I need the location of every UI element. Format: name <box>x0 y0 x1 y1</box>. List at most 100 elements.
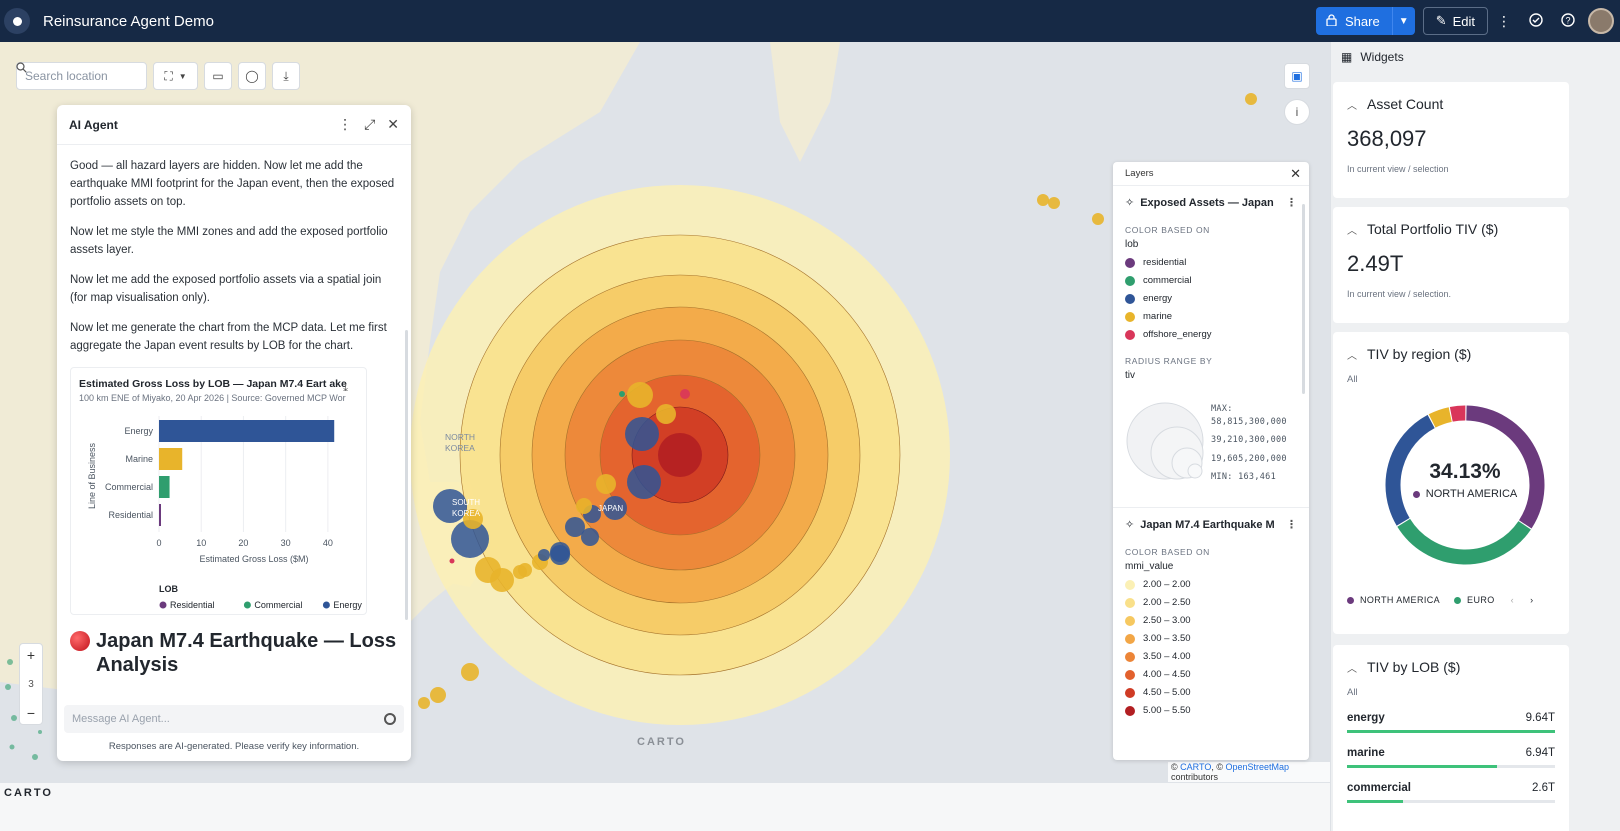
chevron-up-icon[interactable]: ︿ <box>1347 660 1357 675</box>
panel-icon: ▣ <box>1291 69 1303 83</box>
category-label: Energy <box>124 426 153 436</box>
legend-item: 5.00 – 5.50 <box>1125 705 1297 716</box>
app-logo-icon[interactable] <box>4 8 30 34</box>
more-vertical-icon[interactable]: ⋮ <box>1286 196 1297 209</box>
edit-button[interactable]: ✎ Edit <box>1422 7 1488 35</box>
asset-bubble <box>627 465 661 499</box>
search-icon <box>16 62 27 73</box>
comment-button[interactable]: ◯ <box>238 62 266 90</box>
layers-scrollbar[interactable] <box>1302 204 1305 394</box>
chevron-up-icon[interactable]: ︿ <box>1347 347 1357 362</box>
share-label: Share <box>1344 13 1380 29</box>
share-dropdown-chevron-icon[interactable]: ▼ <box>1393 16 1415 27</box>
check-circle-icon[interactable] <box>1520 12 1552 30</box>
loss-bar <box>159 476 170 498</box>
measure-button[interactable]: ▭ <box>204 62 232 90</box>
donut-segment[interactable] <box>1428 407 1452 428</box>
toggle-panel-button[interactable]: ▣ <box>1284 63 1310 89</box>
more-vertical-icon[interactable]: ⋮ <box>1286 518 1297 531</box>
donut-segment[interactable] <box>1397 518 1531 565</box>
layer-exposed-assets[interactable]: ✧ Exposed Assets — Japan ⋮ COLOR BASED O… <box>1113 186 1309 497</box>
radius-circles <box>1126 402 1204 480</box>
legend-swatch <box>243 601 251 609</box>
chevron-up-icon[interactable]: ︿ <box>1347 97 1357 112</box>
top-actions: Share ▼ ✎ Edit ⋮ ? <box>1315 0 1620 42</box>
donut-center-label: NORTH AMERICA <box>1347 488 1583 500</box>
agent-scrollbar[interactable] <box>405 330 408 620</box>
close-icon[interactable]: ✕ <box>387 116 399 133</box>
widget-title[interactable]: ︿ TIV by region ($) <box>1347 346 1555 362</box>
zoom-out-button[interactable]: − <box>27 705 35 721</box>
chevron-left-icon[interactable]: ‹ <box>1511 595 1514 605</box>
search-location-input[interactable]: Search location <box>16 62 147 90</box>
legend-item: 4.50 – 5.00 <box>1125 687 1297 698</box>
x-axis-label: Estimated Gross Loss ($M) <box>199 554 308 564</box>
close-icon[interactable]: ✕ <box>1290 166 1301 182</box>
agent-disclaimer: Responses are AI-generated. Please verif… <box>108 741 360 752</box>
ai-agent-header: AI Agent ⋮ ⤢ ✕ <box>57 105 411 145</box>
more-vertical-icon[interactable]: ⋮ <box>338 116 352 133</box>
download-button[interactable]: ⤓ <box>272 62 300 90</box>
chevron-right-icon[interactable]: › <box>1530 595 1533 605</box>
expand-icon[interactable]: ⤢ <box>364 116 375 133</box>
total-tiv-value: 2.49T <box>1347 251 1404 276</box>
carto-footer: CARTO <box>0 783 1330 831</box>
pencil-icon: ✎ <box>1435 13 1447 28</box>
region-donut[interactable]: 34.13% NORTH AMERICA <box>1347 385 1583 595</box>
widget-title[interactable]: ︿ Total Portfolio TIV ($) <box>1347 221 1555 237</box>
legend-label: Energy <box>333 600 362 610</box>
chevron-up-icon[interactable]: ︿ <box>1347 222 1357 237</box>
legend-radius-caption: RADIUS RANGE BY <box>1125 356 1213 366</box>
legend-radius-attr: tiv <box>1125 370 1135 381</box>
legend-swatch <box>322 601 330 609</box>
share-main-button[interactable]: Share <box>1316 7 1393 35</box>
asset-bubble <box>680 389 690 399</box>
loss-bar <box>159 420 335 442</box>
asset-bubble <box>449 558 455 564</box>
legend-label: 2.00 – 2.00 <box>1143 579 1191 590</box>
lob-bar <box>1347 765 1555 768</box>
legend-item: 3.50 – 4.00 <box>1125 651 1297 662</box>
zoom-level: 3 <box>28 678 34 690</box>
widget-title[interactable]: ︿ Asset Count <box>1347 96 1555 112</box>
tiv-lob-widget: ︿ TIV by LOB ($) All energy 9.64T marine 6.… <box>1333 645 1569 831</box>
asset-bubble <box>1037 194 1049 206</box>
osm-attribution-link[interactable]: OpenStreetMap <box>1225 762 1289 772</box>
legend-europe[interactable]: EURO <box>1467 595 1495 605</box>
layer-earthquake-name[interactable]: ✧ Japan M7.4 Earthquake MMI ⋮ <box>1125 518 1297 532</box>
asset-bubble <box>576 498 592 514</box>
info-button[interactable]: i <box>1284 99 1310 125</box>
search-placeholder: Search location <box>25 69 108 83</box>
layer-exposed-assets-name[interactable]: ✧ Exposed Assets — Japan ⋮ <box>1125 196 1297 210</box>
draw-tool-button[interactable]: ⛶ ▼ <box>153 62 198 90</box>
region-filter-label: All <box>1347 374 1358 385</box>
ai-agent-conversation[interactable]: Good — all hazard layers are hidden. Now… <box>57 145 411 700</box>
send-icon[interactable] <box>384 713 396 725</box>
lob-value: 2.6T <box>1531 782 1555 794</box>
asset-bubble <box>490 568 514 592</box>
more-vertical-icon[interactable]: ⋮ <box>1488 13 1520 30</box>
share-button[interactable]: Share ▼ <box>1315 7 1415 35</box>
mmi-footprint[interactable] <box>410 185 950 725</box>
legend-swatch <box>1125 579 1135 590</box>
legend-title: LOB <box>159 584 178 594</box>
chart-download-icon[interactable]: ⤓ <box>343 382 348 395</box>
help-icon[interactable]: ? <box>1552 12 1584 30</box>
y-axis-label: Line of Business <box>87 442 97 509</box>
asset-bubble <box>430 687 446 703</box>
category-label: Residential <box>108 510 153 520</box>
radius-v3: 19,605,200,000 <box>1211 453 1287 464</box>
donut-segment[interactable] <box>1449 405 1466 422</box>
zoom-in-button[interactable]: + <box>27 647 35 663</box>
user-avatar[interactable] <box>1588 8 1614 34</box>
lob-row[interactable]: energy 9.64T <box>1347 712 1555 733</box>
layer-earthquake-mmi[interactable]: ✧ Japan M7.4 Earthquake MMI ⋮ COLOR BASE… <box>1113 508 1309 722</box>
lob-row[interactable]: commercial 2.6T <box>1347 782 1555 803</box>
comment-icon: ◯ <box>245 69 259 83</box>
agent-message-input[interactable]: Message AI Agent... <box>64 705 404 733</box>
widget-title[interactable]: ︿ TIV by LOB ($) <box>1347 659 1555 675</box>
carto-attribution-link[interactable]: CARTO <box>1180 762 1211 772</box>
lob-row[interactable]: marine 6.94T <box>1347 747 1555 768</box>
legend-item: 2.50 – 3.00 <box>1125 615 1297 626</box>
legend-north-america[interactable]: NORTH AMERICA <box>1360 595 1440 605</box>
